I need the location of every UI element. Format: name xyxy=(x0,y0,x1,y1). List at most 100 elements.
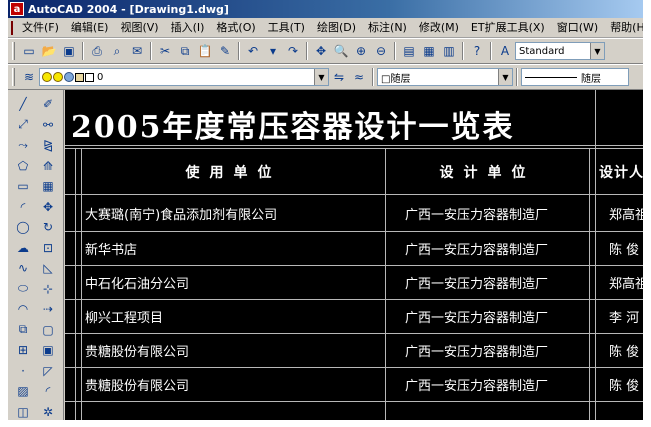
ellipse-icon[interactable]: ⬭ xyxy=(13,279,33,300)
undo-icon[interactable]: ↶ xyxy=(243,41,263,61)
chevron-down-icon[interactable]: ▼ xyxy=(498,69,512,85)
design-center-icon[interactable]: ▦ xyxy=(419,41,439,61)
offset-icon[interactable]: ⟰ xyxy=(38,156,58,177)
text-style-dropdown[interactable]: Standard ▼ xyxy=(515,42,605,60)
rotate-icon[interactable]: ↻ xyxy=(38,217,58,238)
linetype-dropdown[interactable]: 随层 xyxy=(521,68,629,86)
linetype-name: 随层 xyxy=(581,73,601,85)
lock-icon[interactable] xyxy=(75,72,84,82)
layer-dropdown[interactable]: 0 ▼ xyxy=(39,68,329,86)
menu-edit[interactable]: 编辑(E) xyxy=(65,18,115,38)
menu-format[interactable]: 格式(O) xyxy=(210,18,261,38)
chevron-down-icon[interactable]: ▼ xyxy=(590,43,604,59)
spline-icon[interactable]: ∿ xyxy=(13,258,33,279)
mirror-icon[interactable]: ⧎ xyxy=(38,135,58,156)
text-style-icon[interactable]: A xyxy=(495,41,515,61)
ellipse-arc-icon[interactable]: ◠ xyxy=(13,299,33,320)
array-icon[interactable]: ▦ xyxy=(38,176,58,197)
point-icon[interactable]: · xyxy=(13,361,33,382)
move-icon[interactable]: ✥ xyxy=(38,197,58,218)
table-cell-designer: 陈 俊 xyxy=(609,378,640,394)
line-icon[interactable]: ╱ xyxy=(13,94,33,115)
fillet-icon[interactable]: ◜ xyxy=(38,381,58,402)
new-file-icon[interactable]: ▭ xyxy=(19,41,39,61)
extend-icon[interactable]: ⇢ xyxy=(38,299,58,320)
paste-icon[interactable]: 📋 xyxy=(195,41,215,61)
menu-dimension[interactable]: 标注(N) xyxy=(362,18,413,38)
toolbar-grip[interactable] xyxy=(12,68,15,86)
zoom-window-icon[interactable]: ⊕ xyxy=(351,41,371,61)
layer-manager-icon[interactable]: ≋ xyxy=(19,67,39,87)
table-row-line xyxy=(65,299,643,300)
table-cell-designer: 郑高祖 xyxy=(609,276,643,292)
menu-help[interactable]: 帮助(H) xyxy=(604,18,643,38)
pan-icon[interactable]: ✥ xyxy=(311,41,331,61)
construction-line-icon[interactable]: ⤢ xyxy=(13,115,33,136)
chamfer-icon[interactable]: ◸ xyxy=(38,361,58,382)
menu-tools[interactable]: 工具(T) xyxy=(262,18,311,38)
break-icon[interactable]: ▢ xyxy=(38,320,58,341)
layer-color-swatch[interactable] xyxy=(85,72,94,82)
erase-icon[interactable]: ✐ xyxy=(38,94,58,115)
zoom-realtime-icon[interactable]: 🔍 xyxy=(331,41,351,61)
print-icon[interactable]: ⎙ xyxy=(87,41,107,61)
drawing-canvas[interactable]: 2005年度常压容器设计一览表 使用单位 设计单位 设计人 大赛璐(南宁)食品添… xyxy=(65,90,643,420)
explode-icon[interactable]: ✲ xyxy=(38,402,58,421)
color-dropdown[interactable]: □随层 ▼ xyxy=(377,68,513,86)
cut-icon[interactable]: ✂ xyxy=(155,41,175,61)
autocad-app-icon[interactable]: a xyxy=(10,2,24,16)
help-icon[interactable]: ? xyxy=(467,41,487,61)
table-cell-design-unit: 广西一安压力容器制造厂 xyxy=(405,310,549,326)
copy-icon[interactable]: ⧉ xyxy=(175,41,195,61)
copy-object-icon[interactable]: ⚯ xyxy=(38,115,58,136)
toolbar-separator xyxy=(372,68,374,86)
menu-view[interactable]: 视图(V) xyxy=(114,18,164,38)
toolbar-separator xyxy=(462,42,464,60)
match-properties-icon[interactable]: ✎ xyxy=(215,41,235,61)
stretch-icon[interactable]: ◺ xyxy=(38,258,58,279)
open-file-icon[interactable]: 📂 xyxy=(39,41,59,61)
menu-modify[interactable]: 修改(M) xyxy=(413,18,465,38)
document-menu-icon[interactable] xyxy=(11,20,13,35)
make-block-icon[interactable]: ⊞ xyxy=(13,340,33,361)
publish-icon[interactable]: ✉ xyxy=(127,41,147,61)
lightbulb-icon[interactable] xyxy=(42,72,52,82)
hatch-icon[interactable]: ▨ xyxy=(13,381,33,402)
polyline-icon[interactable]: ⤳ xyxy=(13,135,33,156)
tool-palettes-icon[interactable]: ▥ xyxy=(439,41,459,61)
arc-icon[interactable]: ◜ xyxy=(13,197,33,218)
toolbar-grip[interactable] xyxy=(12,42,15,60)
menu-express-tools[interactable]: ET扩展工具(X) xyxy=(465,18,551,38)
region-icon[interactable]: ◫ xyxy=(13,402,33,421)
drawing-title: 2005年度常压容器设计一览表 xyxy=(71,110,515,145)
insert-block-icon[interactable]: ⧉ xyxy=(13,320,33,341)
rectangle-icon[interactable]: ▭ xyxy=(13,176,33,197)
menu-file[interactable]: 文件(F) xyxy=(16,18,65,38)
chevron-down-icon[interactable]: ▼ xyxy=(314,69,328,85)
trim-icon[interactable]: ⊹ xyxy=(38,279,58,300)
circle-icon[interactable]: ◯ xyxy=(13,217,33,238)
menu-draw[interactable]: 绘图(D) xyxy=(311,18,362,38)
sun-icon[interactable] xyxy=(53,72,63,82)
redo-icon[interactable]: ↷ xyxy=(283,41,303,61)
save-icon[interactable]: ▣ xyxy=(59,41,79,61)
polygon-icon[interactable]: ⬠ xyxy=(13,156,33,177)
zoom-previous-icon[interactable]: ⊖ xyxy=(371,41,391,61)
viewport-freeze-icon[interactable] xyxy=(64,72,74,82)
properties-icon[interactable]: ▤ xyxy=(399,41,419,61)
toolbar-separator xyxy=(490,42,492,60)
print-preview-icon[interactable]: ⌕ xyxy=(107,41,127,61)
scale-icon[interactable]: ⊡ xyxy=(38,238,58,259)
table-row-line xyxy=(65,231,643,232)
autocad-window: a AutoCAD 2004 - [Drawing1.dwg] 文件(F) 编辑… xyxy=(8,0,643,420)
undo-dropdown-icon[interactable]: ▾ xyxy=(263,41,283,61)
layer-previous-icon[interactable]: ≈ xyxy=(349,67,369,87)
revision-cloud-icon[interactable]: ☁ xyxy=(13,238,33,259)
menu-insert[interactable]: 插入(I) xyxy=(165,18,211,38)
join-icon[interactable]: ▣ xyxy=(38,340,58,361)
title-bar[interactable]: a AutoCAD 2004 - [Drawing1.dwg] xyxy=(8,0,643,18)
menu-window[interactable]: 窗口(W) xyxy=(551,18,604,38)
draw-modify-toolbars: ╱ ⤢ ⤳ ⬠ ▭ ◜ ◯ ☁ ∿ ⬭ ◠ ⧉ ⊞ · ▨ ◫ ✐ ⚯ ⧎ ⟰ … xyxy=(8,90,64,420)
linetype-preview xyxy=(525,76,577,78)
make-current-layer-icon[interactable]: ⇋ xyxy=(329,67,349,87)
